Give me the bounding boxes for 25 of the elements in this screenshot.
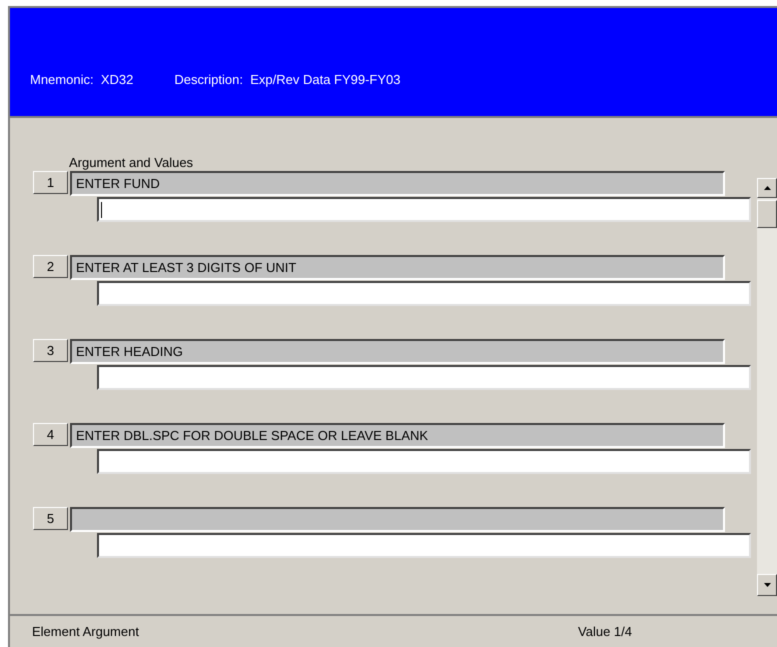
down-arrow-icon [764,583,770,587]
prompt-bar: ENTER AT LEAST 3 DIGITS OF UNIT [70,255,725,280]
prompt-bar: ENTER FUND [70,171,725,196]
prompt-bar: ENTER HEADING [70,339,725,364]
value-input-field[interactable] [97,197,751,222]
value-input-field[interactable] [97,533,751,558]
scroll-thumb[interactable] [757,200,777,228]
value-counter: Value 1/4 [578,622,632,641]
argument-number-button[interactable]: 3 [33,339,68,362]
prompt-bar: ENTER DBL.SPC FOR DOUBLE SPACE OR LEAVE BLANK [70,423,725,448]
value-input-field[interactable] [97,281,751,306]
description-label: Description: Exp/Rev Data FY99-FY03 [174,70,401,89]
vertical-scrollbar[interactable] [757,178,777,596]
argument-number-button[interactable]: 4 [33,423,68,446]
mnemonic-label: Mnemonic: XD32 [30,70,134,88]
scroll-up-button[interactable] [757,178,777,198]
value-input-field[interactable] [97,365,751,390]
scroll-down-button[interactable] [757,574,777,596]
status-text: Element Argument [32,622,139,641]
argument-number-button[interactable]: 5 [33,507,68,530]
argument-number-button[interactable]: 2 [33,255,68,278]
section-title: Argument and Values [68,155,194,171]
argument-number-button[interactable]: 1 [33,171,68,194]
value-input-field[interactable] [97,449,751,474]
up-arrow-icon [764,186,770,190]
